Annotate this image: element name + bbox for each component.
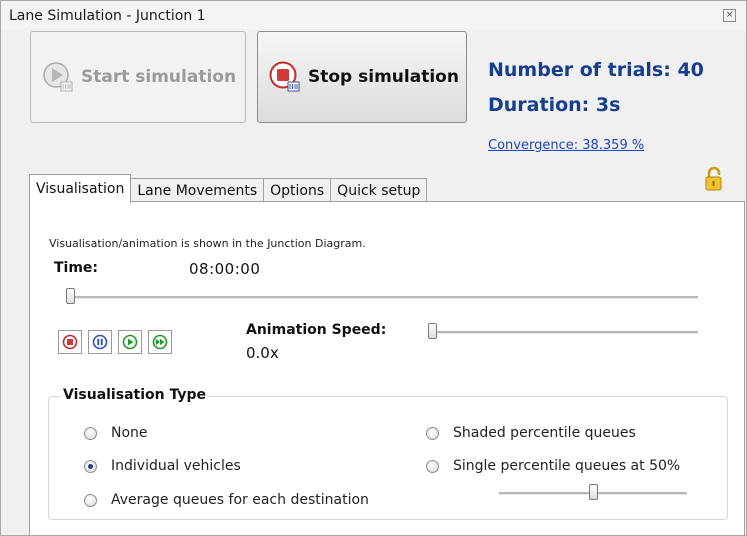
radio-single-percentile[interactable]: Single percentile queues at 50% (426, 458, 680, 474)
tab-visualisation[interactable]: Visualisation (29, 174, 132, 203)
visualisation-panel: Visualisation/animation is shown in the … (29, 201, 745, 535)
convergence-link[interactable]: Convergence: 38.359 % (488, 138, 644, 153)
visualisation-type-title: Visualisation Type (61, 387, 208, 403)
time-label: Time: (54, 260, 99, 276)
animation-speed-slider-thumb[interactable] (428, 323, 437, 339)
radio-shaded-percentile[interactable]: Shaded percentile queues (426, 425, 636, 441)
stop-simulation-button[interactable]: Stop simulation (257, 31, 467, 123)
stop-playback-button[interactable] (58, 330, 82, 354)
start-simulation-label: Start simulation (81, 67, 237, 87)
radio-button[interactable] (426, 459, 439, 473)
time-slider-thumb[interactable] (66, 288, 75, 304)
pause-icon (92, 334, 108, 350)
radio-button-selected[interactable] (84, 459, 97, 473)
animation-speed-label: Animation Speed: (246, 322, 387, 338)
start-simulation-button[interactable]: Start simulation (30, 31, 246, 123)
fast-forward-icon (152, 334, 168, 350)
unlocked-padlock-icon[interactable] (704, 166, 726, 192)
animation-speed-slider-track (428, 331, 698, 334)
window-title: Lane Simulation - Junction 1 (9, 8, 206, 24)
play-icon (122, 334, 138, 350)
fast-forward-button[interactable] (148, 330, 172, 354)
radio-label-shaded-percentile: Shaded percentile queues (453, 425, 636, 441)
pause-playback-button[interactable] (88, 330, 112, 354)
tab-bar: Visualisation Lane Movements Options Qui… (29, 174, 428, 203)
tab-quick-setup[interactable]: Quick setup (330, 178, 428, 203)
radio-label-average-queues: Average queues for each destination (111, 492, 369, 508)
duration: Duration: 3s (488, 94, 621, 116)
radio-none[interactable]: None (84, 425, 148, 441)
radio-label-individual-vehicles: Individual vehicles (111, 458, 241, 474)
radio-label-single-percentile: Single percentile queues at 50% (453, 458, 681, 474)
tab-lane-movements[interactable]: Lane Movements (130, 178, 265, 203)
time-value: 08:00:00 (189, 260, 261, 278)
visualisation-type-group: Visualisation Type None Individual vehic… (48, 387, 728, 520)
play-button[interactable] (118, 330, 142, 354)
junction-diagram-notice: Visualisation/animation is shown in the … (49, 237, 366, 250)
stop-simulation-label: Stop simulation (308, 67, 459, 87)
radio-button[interactable] (84, 493, 97, 507)
radio-button[interactable] (84, 426, 97, 440)
radio-average-queues[interactable]: Average queues for each destination (84, 492, 369, 508)
percentile-slider-thumb[interactable] (588, 484, 598, 500)
number-of-trials: Number of trials: 40 (488, 59, 704, 81)
lane-simulation-window: Lane Simulation - Junction 1 × Start sim… (0, 0, 747, 536)
radio-individual-vehicles[interactable]: Individual vehicles (84, 458, 241, 474)
stop-simulation-icon (269, 61, 300, 92)
start-simulation-icon (43, 62, 73, 92)
radio-label-none: None (111, 425, 148, 441)
title-bar: Lane Simulation - Junction 1 × (1, 1, 746, 29)
animation-speed-value: 0.0x (246, 344, 279, 362)
stop-icon (62, 334, 78, 350)
time-slider-track (66, 296, 698, 299)
tab-options[interactable]: Options (263, 178, 332, 203)
close-icon[interactable]: × (723, 9, 736, 22)
radio-button[interactable] (426, 426, 439, 440)
